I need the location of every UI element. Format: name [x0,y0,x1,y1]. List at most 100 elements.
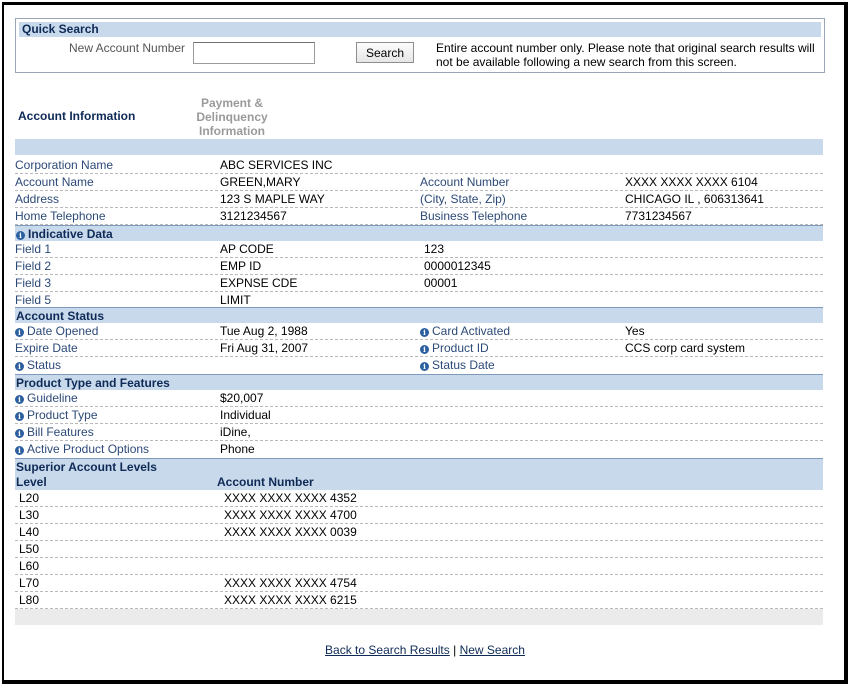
business-telephone-value: 7731234567 [625,209,692,223]
level-column-header: Level [16,475,47,489]
home-telephone-value: 3121234567 [220,209,287,223]
product-id-label: Product ID [432,341,489,355]
table-footer-bar [15,609,823,625]
table-row: i Status i Status Date [15,357,823,374]
account-cell: XXXX XXXX XXXX 6215 [224,593,357,607]
indicative-field-value: 123 [424,242,445,256]
indicative-field-code: EXPNSE CDE [220,276,298,290]
account-number-value: XXXX XXXX XXXX 6104 [625,175,758,189]
indicative-field-label: Field 5 [15,293,52,305]
address-value: 123 S MAPLE WAY [220,192,325,206]
table-row: Corporation Name ABC SERVICES INC [15,157,823,174]
new-account-number-input[interactable] [193,42,315,64]
business-telephone-label: Business Telephone [420,209,528,223]
account-name-label: Account Name [15,175,94,189]
footer-links: Back to Search Results | New Search [14,643,836,657]
indicative-field-value: 00001 [424,276,458,290]
table-row: Field 3 EXPNSE CDE 00001 [15,275,823,292]
table-row: Home Telephone 3121234567 Business Telep… [15,208,823,225]
indicative-field-label: Field 1 [15,242,52,256]
level-cell: L40 [19,525,40,539]
table-row: L60 [15,558,823,575]
info-icon[interactable]: i [15,446,24,455]
corporation-name-value: ABC SERVICES INC [220,158,333,172]
account-cell: XXXX XXXX XXXX 4754 [224,576,357,590]
info-icon[interactable]: i [420,328,429,337]
indicative-data-title: Indicative Data [28,227,113,241]
level-cell: L80 [19,593,40,607]
table-row: Field 2 EMP ID 0000012345 [15,258,823,275]
tab-payment-line1: Payment & [200,96,264,110]
bill-features-value: iDine, [220,425,251,439]
guideline-value: $20,007 [220,391,264,405]
table-row: i Active Product Options Phone [15,441,823,458]
tab-payment-line2: Delinquency [196,110,268,124]
search-button[interactable]: Search [356,42,414,63]
tab-payment-delinquency[interactable]: Payment & Delinquency Information [172,96,292,138]
tab-account-information[interactable]: Account Information [18,109,135,123]
level-cell: L50 [19,542,40,556]
table-row: L80 XXXX XXXX XXXX 6215 [15,592,823,609]
superior-account-levels-header: Superior Account Levels [15,458,823,474]
table-row: L30 XXXX XXXX XXXX 4700 [15,507,823,524]
table-row: Field 1 AP CODE 123 [15,241,823,258]
info-icon[interactable]: i [16,231,25,240]
table-row: i Guideline $20,007 [15,390,823,407]
quick-search-panel: Quick Search New Account Number Search E… [15,18,825,73]
info-icon[interactable]: i [15,328,24,337]
info-icon[interactable]: i [15,429,24,438]
account-cell: XXXX XXXX XXXX 4700 [224,508,357,522]
level-cell: L20 [19,491,40,505]
table-row: i Date Opened Tue Aug 2, 1988 i Card Activ… [15,323,823,340]
active-product-options-value: Phone [220,442,255,456]
product-type-header: Product Type and Features [15,374,823,390]
bill-features-label: Bill Features [27,425,94,439]
table-row: Field 5 LIMIT [15,292,823,307]
info-icon[interactable]: i [15,412,24,421]
indicative-data-header: i Indicative Data [15,225,823,241]
account-number-label: Account Number [420,175,510,189]
account-detail-table: Corporation Name ABC SERVICES INC Accoun… [15,139,823,625]
table-row: i Product Type Individual [15,407,823,424]
back-to-search-results-link[interactable]: Back to Search Results [325,643,450,657]
date-opened-value: Tue Aug 2, 1988 [220,324,308,338]
level-cell: L30 [19,508,40,522]
new-search-link[interactable]: New Search [460,643,525,657]
corporation-name-label: Corporation Name [15,158,114,172]
new-account-number-label: New Account Number [69,41,186,55]
status-label: Status [27,358,62,372]
info-icon[interactable]: i [15,362,24,371]
page-content: Quick Search New Account Number Search E… [14,18,836,657]
indicative-field-code: AP CODE [220,242,274,256]
expire-date-label: Expire Date [15,341,78,355]
level-cell: L60 [19,559,40,573]
guideline-label: Guideline [27,391,78,405]
quick-search-title: Quick Search [19,22,821,37]
account-name-value: GREEN,MARY [220,175,301,189]
indicative-field-code: EMP ID [220,259,262,273]
table-row: Address 123 S MAPLE WAY (City, State, Zi… [15,191,823,208]
link-separator: | [453,643,457,657]
superior-columns-header: Level Account Number [15,474,823,490]
date-opened-label: Date Opened [27,324,99,338]
header-bar [15,139,823,155]
search-note: Entire account number only. Please note … [436,41,815,69]
table-row: Account Name GREEN,MARY Account Number X… [15,174,823,191]
product-type-label: Product Type [27,408,98,422]
info-icon[interactable]: i [420,345,429,354]
home-telephone-label: Home Telephone [15,209,106,223]
city-state-zip-value: CHICAGO IL , 606313641 [625,192,764,206]
table-row: Expire Date Fri Aug 31, 2007 i Product ID… [15,340,823,357]
indicative-field-label: Field 2 [15,259,52,273]
table-row: L70 XXXX XXXX XXXX 4754 [15,575,823,592]
indicative-field-value: 0000012345 [424,259,491,273]
level-cell: L70 [19,576,40,590]
active-product-options-label: Active Product Options [27,442,150,456]
status-date-label: Status Date [432,358,495,372]
table-row: L40 XXXX XXXX XXXX 0039 [15,524,823,541]
info-icon[interactable]: i [15,395,24,404]
indicative-field-value [420,292,625,307]
city-state-zip-label: (City, State, Zip) [420,192,506,206]
account-cell: XXXX XXXX XXXX 4352 [224,491,357,505]
info-icon[interactable]: i [420,362,429,371]
